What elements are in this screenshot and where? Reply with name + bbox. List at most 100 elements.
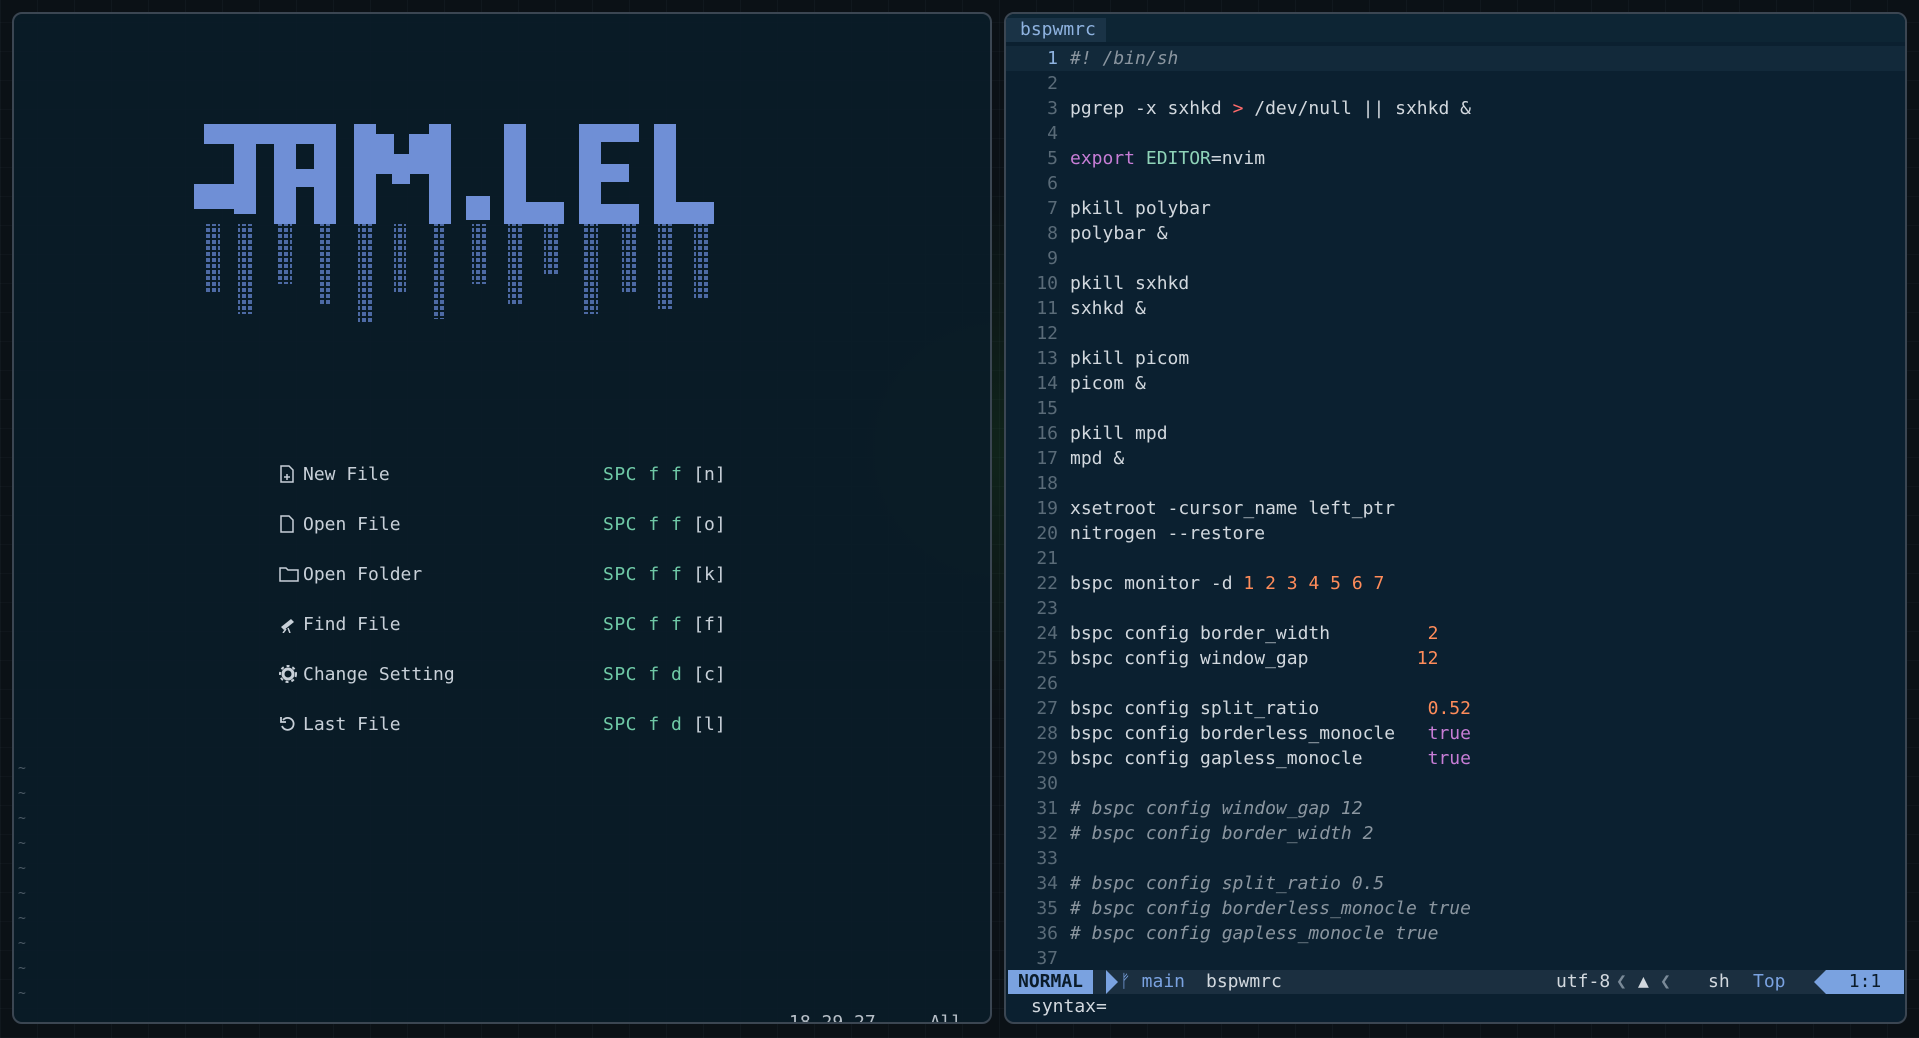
line-text: # bspc config split_ratio 0.5	[1070, 873, 1385, 894]
code-line[interactable]: 30	[1006, 771, 1905, 796]
code-area[interactable]: 1 #! /bin/sh 2 3 pgrep -x sxhkd > /dev/null …	[1006, 46, 1905, 971]
file-type: sh	[1708, 971, 1730, 992]
menu-item-keymap: SPC f f	[603, 513, 683, 535]
code-line[interactable]: 7 pkill polybar	[1006, 196, 1905, 221]
line-number: 22	[1036, 573, 1058, 594]
code-line[interactable]: 3 pgrep -x sxhkd > /dev/null || sxhkd &	[1006, 96, 1905, 121]
line-text: # bspc config borderless_monocle true	[1070, 898, 1471, 919]
line-number: 26	[1036, 673, 1058, 694]
menu-item-keyarg: [n]	[693, 463, 726, 485]
line-number: 27	[1036, 698, 1058, 719]
code-line[interactable]: 13 pkill picom	[1006, 346, 1905, 371]
line-number: 2	[1047, 73, 1058, 94]
folder-icon	[279, 563, 301, 585]
code-line[interactable]: 25 bspc config window_gap 12	[1006, 646, 1905, 671]
code-line[interactable]: 22 bspc monitor -d 1 2 3 4 5 6 7	[1006, 571, 1905, 596]
code-line[interactable]: 18	[1006, 471, 1905, 496]
editor-window[interactable]: bspwmrc 1 #! /bin/sh 2 3 pgrep -x sxhkd > /d…	[1004, 12, 1907, 1024]
cursor-location: 1:1	[1826, 970, 1904, 994]
code-line[interactable]: 26	[1006, 671, 1905, 696]
line-text: #! /bin/sh	[1070, 48, 1179, 69]
command-line[interactable]: syntax=	[1031, 996, 1107, 1017]
line-number: 7	[1047, 198, 1058, 219]
line-text: # bspc config border_width 2	[1070, 823, 1374, 844]
line-text: pkill polybar	[1070, 198, 1211, 219]
code-line[interactable]: 33	[1006, 846, 1905, 871]
line-number: 17	[1036, 448, 1058, 469]
code-line[interactable]: 21	[1006, 546, 1905, 571]
line-text: mpd &	[1070, 448, 1125, 469]
code-line[interactable]: 5 export EDITOR=nvim	[1006, 146, 1905, 171]
menu-item-keyarg: [c]	[693, 663, 726, 685]
menu-item-new-file[interactable]: New File SPC f f [n]	[279, 459, 726, 489]
code-line[interactable]: 20 nitrogen --restore	[1006, 521, 1905, 546]
code-line[interactable]: 19 xsetroot -cursor_name left_ptr	[1006, 496, 1905, 521]
menu-item-find-file[interactable]: Find File SPC f f [f]	[279, 609, 726, 639]
line-number: 36	[1036, 923, 1058, 944]
branch-icon: ᚠ	[1120, 971, 1142, 992]
git-branch: ᚠ main	[1120, 970, 1185, 994]
line-number: 23	[1036, 598, 1058, 619]
code-line[interactable]: 32 # bspc config border_width 2	[1006, 821, 1905, 846]
line-text: pkill sxhkd	[1070, 273, 1190, 294]
code-line[interactable]: 15	[1006, 396, 1905, 421]
code-line[interactable]: 17 mpd &	[1006, 446, 1905, 471]
cursor-position: 18,29-27	[789, 1012, 876, 1024]
code-line[interactable]: 29 bspc config gapless_monocle true	[1006, 746, 1905, 771]
code-line[interactable]: 34 # bspc config split_ratio 0.5	[1006, 871, 1905, 896]
dashboard-window[interactable]: New File SPC f f [n] Open File SPC f f […	[12, 12, 992, 1024]
menu-item-label: Find File	[303, 613, 401, 635]
empty-line-markers: ~ ~ ~ ~ ~ ~ ~ ~ ~ ~	[18, 761, 26, 1001]
mode-indicator: NORMAL	[1008, 970, 1094, 994]
menu-item-keymap: SPC f f	[603, 563, 683, 585]
menu-item-label: Open File	[303, 513, 401, 535]
code-line[interactable]: 14 picom &	[1006, 371, 1905, 396]
code-line[interactable]: 16 pkill mpd	[1006, 421, 1905, 446]
line-number: 35	[1036, 898, 1058, 919]
code-line[interactable]: 10 pkill sxhkd	[1006, 271, 1905, 296]
line-text: # bspc config window_gap 12	[1070, 798, 1363, 819]
gear-icon	[279, 663, 301, 685]
line-number: 9	[1047, 248, 1058, 269]
line-text: bspc config borderless_monocle true	[1070, 723, 1471, 744]
menu-item-keymap: SPC f f	[603, 463, 683, 485]
code-line[interactable]: 6	[1006, 171, 1905, 196]
line-number: 12	[1036, 323, 1058, 344]
code-line[interactable]: 37	[1006, 946, 1905, 971]
menu-item-open-file[interactable]: Open File SPC f f [o]	[279, 509, 726, 539]
line-number: 25	[1036, 648, 1058, 669]
code-line[interactable]: 36 # bspc config gapless_monocle true	[1006, 921, 1905, 946]
menu-item-open-folder[interactable]: Open Folder SPC f f [k]	[279, 559, 726, 589]
code-line[interactable]: 2	[1006, 71, 1905, 96]
tabline: bspwmrc	[1006, 14, 1905, 42]
code-line[interactable]: 11 sxhkd &	[1006, 296, 1905, 321]
code-line[interactable]: 27 bspc config split_ratio 0.52	[1006, 696, 1905, 721]
menu-item-change-setting[interactable]: Change Setting SPC f d [c]	[279, 659, 726, 689]
code-line[interactable]: 12	[1006, 321, 1905, 346]
code-line[interactable]: 8 polybar &	[1006, 221, 1905, 246]
file-encoding: utf-8	[1556, 971, 1611, 992]
menu-item-keyarg: [o]	[693, 513, 726, 535]
line-number: 29	[1036, 748, 1058, 769]
scroll-position: Top	[1753, 971, 1786, 992]
menu-item-label: Last File	[303, 713, 401, 735]
menu-item-keyarg: [k]	[693, 563, 726, 585]
line-text: sxhkd &	[1070, 298, 1146, 319]
buffer-tab[interactable]: bspwmrc	[1006, 18, 1106, 42]
code-line[interactable]: 28 bspc config borderless_monocle true	[1006, 721, 1905, 746]
code-line[interactable]: 23	[1006, 596, 1905, 621]
line-number: 31	[1036, 798, 1058, 819]
code-line[interactable]: 4	[1006, 121, 1905, 146]
line-number: 6	[1047, 173, 1058, 194]
code-line[interactable]: 31 # bspc config window_gap 12	[1006, 796, 1905, 821]
code-line[interactable]: 24 bspc config border_width 2	[1006, 621, 1905, 646]
line-text: bspc config split_ratio 0.52	[1070, 698, 1471, 719]
line-number: 4	[1047, 123, 1058, 144]
line-number: 5	[1047, 148, 1058, 169]
code-line[interactable]: 1 #! /bin/sh	[1006, 46, 1905, 71]
line-number: 34	[1036, 873, 1058, 894]
position-separator	[1814, 970, 1826, 994]
code-line[interactable]: 9	[1006, 246, 1905, 271]
menu-item-last-file[interactable]: Last File SPC f d [l]	[279, 709, 726, 739]
code-line[interactable]: 35 # bspc config borderless_monocle true	[1006, 896, 1905, 921]
